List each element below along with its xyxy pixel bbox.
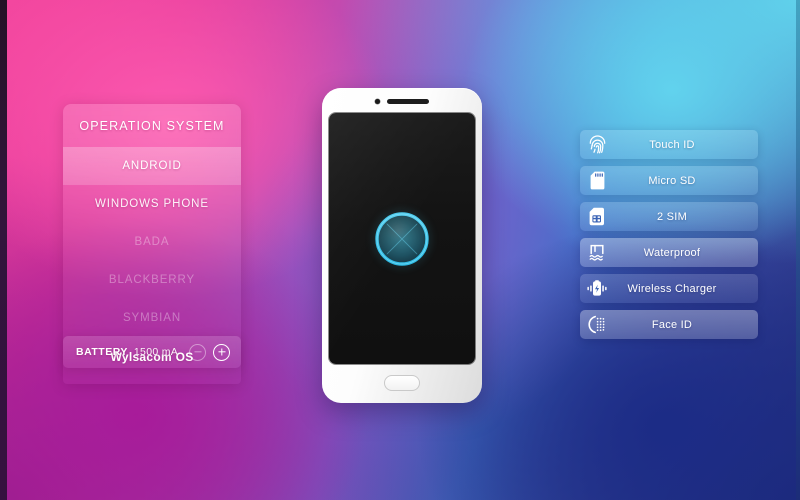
- os-option-label: WINDOWS PHONE: [95, 198, 209, 210]
- fingerprint-icon: [580, 135, 614, 154]
- app-canvas: OPERATION SYSTEM ANDROID WINDOWS PHONE B…: [0, 0, 800, 500]
- battery-label: BATTERY: [76, 346, 128, 358]
- phone-top-bar: [375, 99, 429, 104]
- feature-label: Face ID: [651, 318, 693, 331]
- feature-2-sim[interactable]: 2 SIM: [580, 202, 758, 231]
- face-id-icon: [580, 315, 614, 334]
- os-option-label: ANDROID: [122, 160, 182, 172]
- feature-label: Wireless Charger: [627, 282, 717, 295]
- feature-touch-id[interactable]: Touch ID: [580, 130, 758, 159]
- feature-list: Touch ID Micro SD 2 SIM Waterproof Wirel…: [580, 130, 758, 339]
- sim-card-icon: [580, 207, 614, 226]
- operation-system-title: OPERATION SYSTEM: [79, 119, 225, 133]
- os-option-symbian[interactable]: SYMBIAN: [63, 299, 241, 337]
- waterproof-icon: [580, 243, 614, 262]
- os-option-label: BADA: [134, 236, 170, 248]
- os-option-windows-phone[interactable]: WINDOWS PHONE: [63, 185, 241, 223]
- feature-label: Touch ID: [649, 138, 695, 151]
- wireless-charging-icon: [580, 279, 614, 298]
- feature-label: 2 SIM: [657, 210, 687, 223]
- glowing-orb-logo: [355, 191, 449, 286]
- battery-stepper: [189, 343, 230, 361]
- feature-waterproof[interactable]: Waterproof: [580, 238, 758, 267]
- front-camera-icon: [375, 99, 380, 104]
- os-option-bada[interactable]: BADA: [63, 223, 241, 261]
- feature-label: Micro SD: [648, 174, 696, 187]
- sd-card-icon: [580, 171, 614, 190]
- feature-wireless-charger[interactable]: Wireless Charger: [580, 274, 758, 303]
- minus-circle-icon[interactable]: [189, 343, 206, 361]
- earpiece-speaker-icon: [387, 99, 429, 104]
- os-option-label: SYMBIAN: [122, 312, 182, 324]
- os-option-blackberry[interactable]: BLACKBERRY: [63, 261, 241, 299]
- home-button-icon[interactable]: [384, 375, 420, 391]
- feature-face-id[interactable]: Face ID: [580, 310, 758, 339]
- phone-screen[interactable]: [329, 113, 475, 364]
- plus-circle-icon[interactable]: [213, 343, 230, 361]
- os-option-label: BLACKBERRY: [108, 274, 196, 286]
- left-edge-shadow: [0, 0, 7, 500]
- feature-micro-sd[interactable]: Micro SD: [580, 166, 758, 195]
- os-option-android[interactable]: ANDROID: [63, 147, 241, 185]
- right-edge-shadow: [796, 0, 800, 500]
- phone-mockup[interactable]: [322, 88, 482, 403]
- battery-control-bar: BATTERY 1500 mA: [63, 336, 241, 368]
- feature-label: Waterproof: [643, 246, 701, 259]
- battery-value: 1500 mA: [133, 346, 179, 358]
